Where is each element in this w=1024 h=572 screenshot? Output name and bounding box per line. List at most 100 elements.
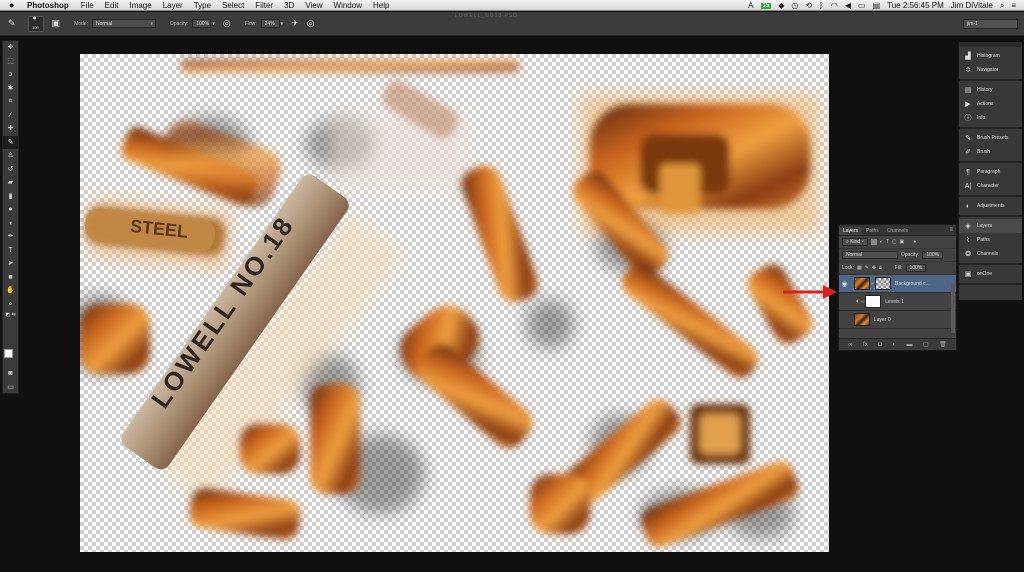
sync-icon[interactable]: ⟲	[805, 1, 812, 10]
menu-layer[interactable]: Layer	[163, 1, 183, 10]
layer-row-background-copy[interactable]: ◉ ∞ Background c...	[839, 275, 956, 293]
bluetooth-icon[interactable]: ᛒ	[819, 1, 824, 10]
layers-scrollbar[interactable]	[951, 283, 955, 333]
layer-row-levels[interactable]: ◐ ∞ Levels 1	[839, 293, 956, 311]
quick-selection-tool-icon[interactable]: ✱	[3, 82, 18, 96]
document-canvas[interactable]: STEEL LOWELL NO.18	[80, 54, 829, 552]
link-layers-icon[interactable]: ∞	[848, 342, 852, 348]
pressure-size-icon[interactable]: ◎	[307, 18, 315, 29]
brush-tool-preset-icon[interactable]: ✎	[8, 18, 16, 29]
lock-pixels-icon[interactable]: ✎	[865, 265, 869, 271]
pen-tool-icon[interactable]: ✒	[3, 230, 18, 244]
time-machine-icon[interactable]: ◷	[791, 1, 798, 10]
crop-tool-icon[interactable]: ⌗	[3, 95, 18, 109]
eyedropper-tool-icon[interactable]: ⁄	[3, 109, 18, 123]
dock-item-paths[interactable]: ⌇ Paths	[959, 233, 1022, 247]
foreground-color-swatch[interactable]	[4, 349, 13, 358]
rectangle-tool-icon[interactable]: ■	[3, 271, 18, 285]
workspace-switcher[interactable]: jim-1	[963, 19, 1018, 29]
app-menu[interactable]: Photoshop	[27, 1, 69, 10]
lasso-tool-icon[interactable]: ↄ	[3, 68, 18, 82]
tab-layers[interactable]: Layers	[839, 227, 863, 235]
quick-mask-icon[interactable]: ◙	[3, 367, 18, 381]
wifi-icon[interactable]: ◠	[831, 1, 838, 10]
layer-thumbnail[interactable]	[854, 277, 870, 290]
add-mask-icon[interactable]: ◘	[878, 342, 882, 348]
dock-item-info[interactable]: ⓘ Info	[959, 111, 1022, 125]
lock-transparency-icon[interactable]: ▦	[857, 265, 862, 271]
blend-mode-select[interactable]: Normal	[842, 251, 898, 259]
fill-field[interactable]: 100%	[905, 264, 927, 272]
dock-item-paragraph[interactable]: ¶ Paragraph	[959, 165, 1022, 179]
hand-tool-icon[interactable]: ✋	[3, 284, 18, 298]
pixel-filter-icon[interactable]	[870, 239, 877, 245]
brush-panel-toggle-icon[interactable]: ▣	[52, 18, 61, 29]
lock-position-icon[interactable]: ✥	[872, 265, 876, 271]
default-colors-icon[interactable]: ◩ ⇆	[3, 311, 18, 321]
dock-item-onone[interactable]: ▣ onOne	[959, 267, 1022, 281]
eraser-tool-icon[interactable]: ▰	[3, 176, 18, 190]
menu-window[interactable]: Window	[334, 1, 362, 10]
menu-file[interactable]: File	[81, 1, 94, 10]
apple-menu-icon[interactable]: ●	[9, 0, 19, 11]
screen-mode-icon[interactable]: ▭	[3, 381, 18, 395]
healing-brush-tool-icon[interactable]: ✚	[3, 122, 18, 136]
status-badge[interactable]: 15	[760, 2, 772, 9]
dodge-tool-icon[interactable]: ◖	[3, 217, 18, 231]
brush-tool-icon[interactable]: ✎	[3, 135, 18, 149]
type-tool-icon[interactable]: T	[3, 244, 18, 258]
menu-image[interactable]: Image	[129, 1, 151, 10]
tab-channels[interactable]: Channels	[883, 227, 912, 235]
zoom-tool-icon[interactable]: ⌕	[3, 298, 18, 312]
dock-item-navigator[interactable]: ✲ Navigator	[959, 63, 1022, 77]
layer-style-icon[interactable]: fx	[863, 342, 868, 348]
dock-item-adjustments[interactable]: ◐ Adjustments	[959, 199, 1022, 213]
menu-filter[interactable]: Filter	[255, 1, 273, 10]
layer-row-layer-0[interactable]: Layer 0	[839, 311, 956, 329]
flag-icon[interactable]: ▤	[873, 1, 881, 10]
new-layer-icon[interactable]: ▢	[923, 341, 929, 348]
flow-field[interactable]: 24%	[260, 19, 280, 28]
gradient-tool-icon[interactable]: ▮	[3, 190, 18, 204]
battery-icon[interactable]: ▭	[858, 1, 866, 10]
move-tool-icon[interactable]: ✥	[3, 41, 18, 55]
dropbox-icon[interactable]: ◆	[778, 1, 784, 10]
marquee-tool-icon[interactable]: ⬚	[3, 55, 18, 69]
dock-item-brush-presets[interactable]: ✎ Brush Presets	[959, 131, 1022, 145]
opacity-field[interactable]: 100%	[192, 19, 212, 28]
smart-object-filter-icon[interactable]: ▣	[900, 239, 905, 245]
dock-item-actions[interactable]: ▶ Actions	[959, 97, 1022, 111]
dock-item-brush[interactable]: ✐ Brush	[959, 145, 1022, 159]
eye-icon[interactable]: ◉	[839, 280, 850, 288]
menu-type[interactable]: Type	[194, 1, 211, 10]
new-group-icon[interactable]: ▬	[906, 342, 912, 348]
chevron-down-icon[interactable]: ▾	[281, 21, 284, 27]
lock-all-icon[interactable]: 🔒︎	[879, 265, 882, 271]
adjustment-filter-icon[interactable]: ◐	[880, 239, 883, 245]
airbrush-icon[interactable]: ✈	[291, 18, 299, 29]
layer-mask-thumbnail[interactable]	[865, 295, 882, 308]
delete-layer-icon[interactable]: 🗑︎	[939, 341, 947, 348]
spotlight-icon[interactable]: ⌕	[1000, 1, 1004, 11]
pressure-opacity-icon[interactable]: ◎	[223, 18, 231, 29]
dock-item-character[interactable]: A| Character	[959, 179, 1022, 193]
type-filter-icon[interactable]: T	[886, 239, 889, 245]
notification-center-icon[interactable]: ≡	[1011, 1, 1016, 10]
tab-paths[interactable]: Paths	[862, 227, 883, 235]
dock-item-history[interactable]: ▤ History	[959, 83, 1022, 97]
menu-help[interactable]: Help	[373, 1, 389, 10]
menu-3d[interactable]: 3D	[284, 1, 294, 10]
layer-thumbnail[interactable]	[854, 313, 870, 326]
volume-icon[interactable]: ◀	[845, 1, 851, 10]
dock-item-channels[interactable]: ❂ Channels	[959, 247, 1022, 261]
dock-item-layers[interactable]: ◈ Layers	[959, 219, 1022, 233]
menu-clock[interactable]: Tue 2:56:45 PM	[887, 1, 944, 10]
dock-item-histogram[interactable]: ▟ Histogram	[959, 49, 1022, 63]
filter-toggle-icon[interactable]: ●	[913, 239, 916, 245]
history-brush-tool-icon[interactable]: ↺	[3, 163, 18, 177]
layer-filter-select[interactable]: ⌕ Kind ▾	[842, 238, 868, 246]
chevron-down-icon[interactable]: ▾	[212, 21, 215, 27]
brush-size-picker[interactable]: 100	[27, 14, 44, 32]
shape-filter-icon[interactable]: ▢	[892, 239, 897, 245]
layer-name[interactable]: Levels 1	[885, 299, 904, 305]
